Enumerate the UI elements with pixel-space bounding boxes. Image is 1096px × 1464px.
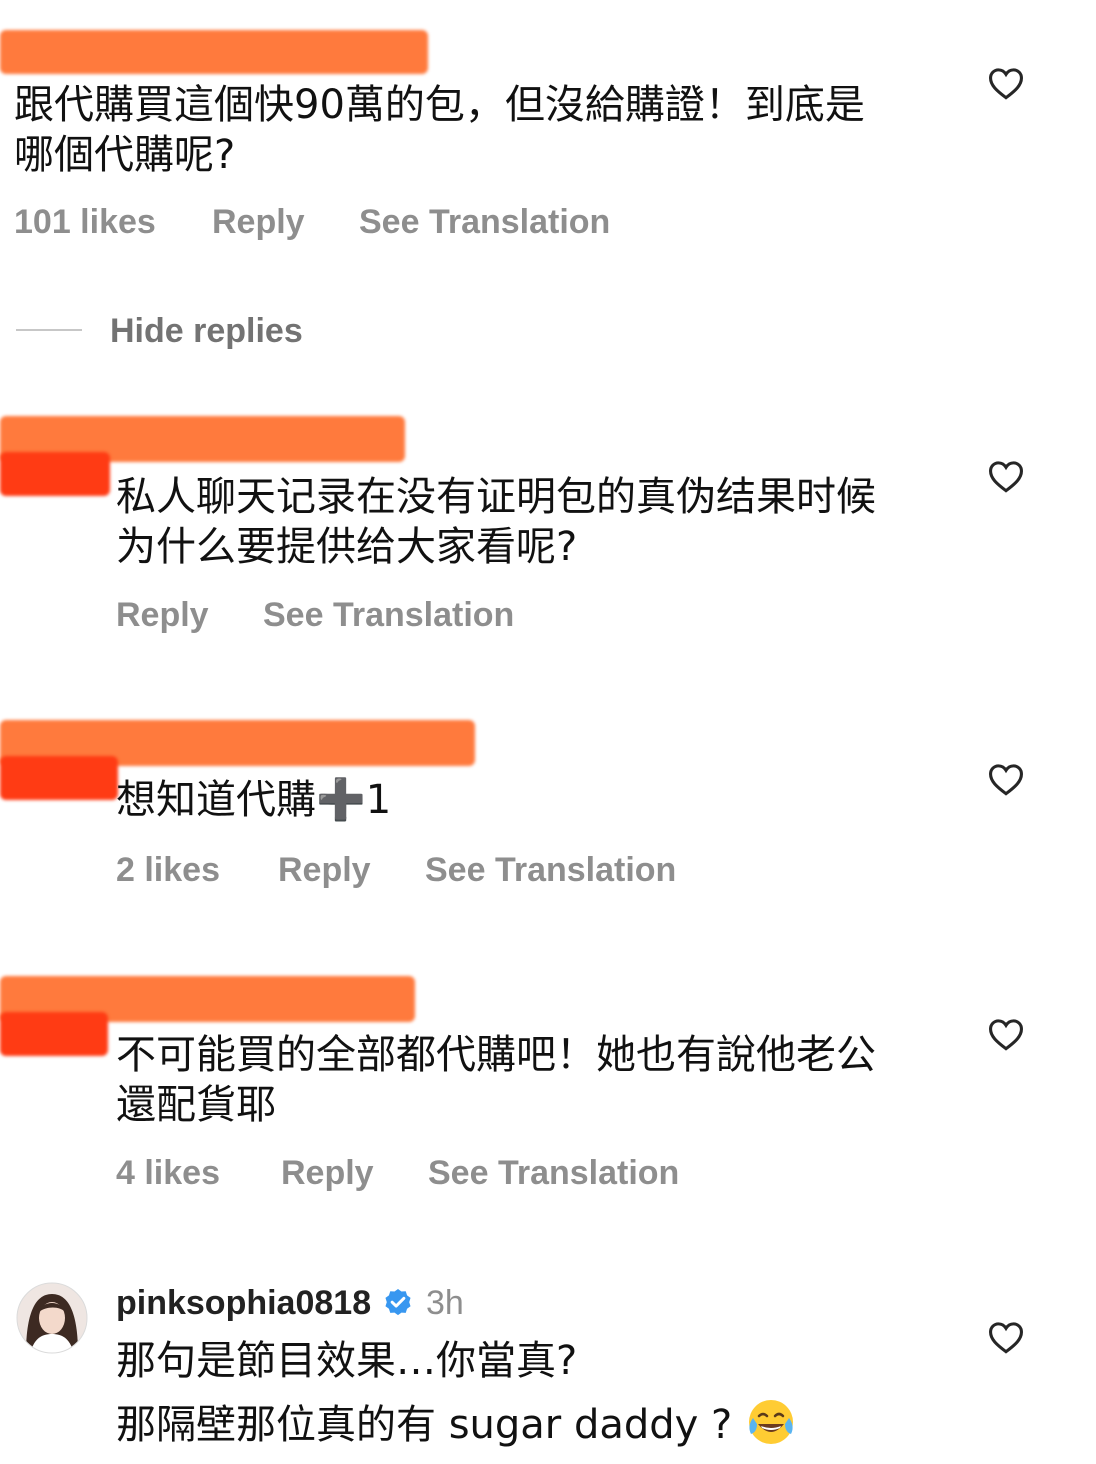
see-translation-button[interactable]: See Translation: [263, 596, 514, 635]
heart-outline-icon[interactable]: [987, 459, 1025, 493]
reply-text: 私人聊天记录在没有证明包的真伪结果时候 为什么要提供给大家看呢?: [116, 474, 876, 570]
reply-text-line-1: 那句是節目效果…你當真?: [116, 1338, 578, 1384]
verified-badge-icon: [385, 1289, 411, 1316]
reply-button[interactable]: Reply: [116, 596, 209, 635]
comment-text: 跟代購買這個快90萬的包，但沒給購證！到底是哪個代購呢?: [14, 82, 865, 178]
username[interactable]: pinksophia0818: [116, 1284, 371, 1322]
redacted-avatar: [0, 756, 118, 800]
replies-divider-line: [16, 329, 82, 331]
timestamp: 3h: [426, 1284, 464, 1322]
heart-outline-icon[interactable]: [987, 1320, 1025, 1354]
heart-outline-icon[interactable]: [987, 66, 1025, 100]
see-translation-button[interactable]: See Translation: [359, 203, 610, 242]
reply-text-line-2-content: 那隔壁那位真的有 sugar daddy ?: [116, 1402, 733, 1448]
redacted-avatar: [0, 1012, 108, 1056]
heart-outline-icon[interactable]: [987, 762, 1025, 796]
hide-replies-button[interactable]: Hide replies: [110, 312, 303, 351]
reply-text: 想知道代購➕1: [116, 777, 392, 823]
heart-outline-icon[interactable]: [987, 1017, 1025, 1051]
face-with-tears-of-joy-icon: [749, 1400, 793, 1444]
likes-count[interactable]: 4 likes: [116, 1154, 220, 1193]
reply-button[interactable]: Reply: [212, 203, 305, 242]
likes-count[interactable]: 101 likes: [14, 203, 156, 242]
reply-text-line-2: 那隔壁那位真的有 sugar daddy ?: [116, 1396, 916, 1450]
reply-text: 不可能買的全部都代購吧！她也有說他老公還配貨耶: [116, 1032, 876, 1128]
see-translation-button[interactable]: See Translation: [425, 851, 676, 890]
see-translation-button[interactable]: See Translation: [428, 1154, 679, 1193]
likes-count[interactable]: 2 likes: [116, 851, 220, 890]
avatar[interactable]: [16, 1282, 88, 1354]
redacted-username: [0, 30, 428, 74]
redacted-avatar: [0, 452, 110, 496]
reply-button[interactable]: Reply: [278, 851, 371, 890]
reply-button[interactable]: Reply: [281, 1154, 374, 1193]
comment-header: pinksophia0818 3h: [116, 1284, 464, 1323]
